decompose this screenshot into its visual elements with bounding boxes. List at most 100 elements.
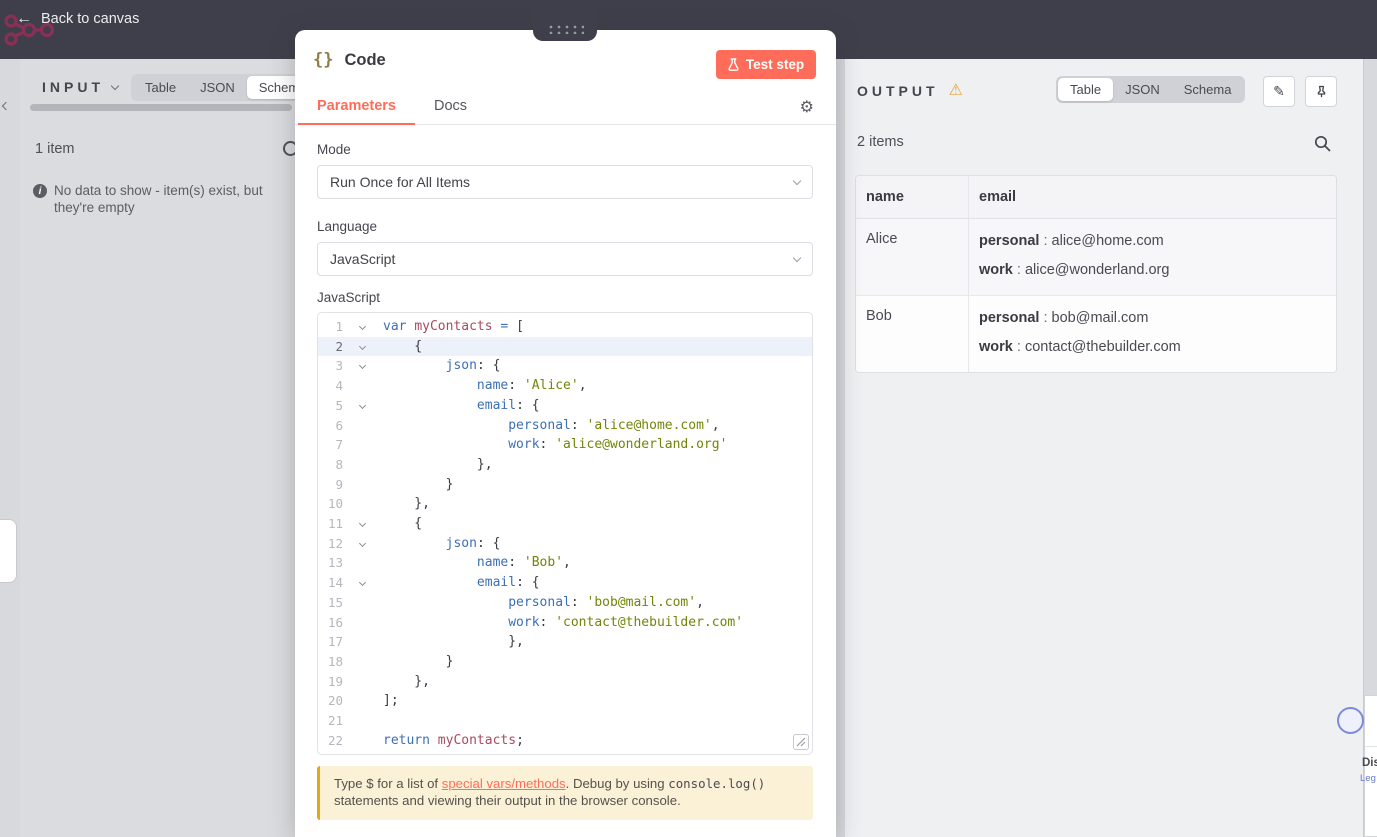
code-text: json: {	[445, 358, 501, 374]
editor-hint-box: Type $ for a list of special vars/method…	[317, 766, 813, 820]
code-line[interactable]: 12 json: {	[318, 534, 812, 554]
table-row[interactable]: Bob personal : bob@mail.com work : contact…	[856, 296, 1336, 372]
fold-chevron-icon[interactable]	[343, 337, 383, 357]
input-tab-table[interactable]: Table	[133, 76, 188, 99]
code-line[interactable]: 4 name: 'Alice',	[318, 376, 812, 396]
line-number: 8	[335, 456, 343, 472]
special-vars-link[interactable]: special vars/methods	[442, 776, 566, 791]
code-line[interactable]: 22 return myContacts;	[318, 731, 812, 751]
warning-icon[interactable]: ⚠	[949, 83, 963, 99]
input-panel-title: INPUT	[42, 79, 104, 95]
line-number: 4	[335, 378, 343, 394]
fold-gutter	[343, 416, 383, 436]
output-search-button[interactable]	[1311, 132, 1333, 154]
gear-icon[interactable]: ⚙	[800, 97, 814, 117]
code-line[interactable]: 1 var myContacts = [	[318, 317, 812, 337]
node-title: Code	[344, 50, 386, 69]
line-number: 14	[327, 575, 343, 591]
code-line[interactable]: 16 work: 'contact@thebuilder.com'	[318, 613, 812, 633]
code-text: name: 'Bob',	[476, 555, 571, 571]
line-number: 3	[335, 358, 343, 374]
input-tab-json[interactable]: JSON	[188, 76, 247, 99]
code-text: name: 'Alice',	[476, 378, 587, 394]
chevron-down-icon	[792, 253, 802, 262]
output-tab-json[interactable]: JSON	[1113, 78, 1172, 101]
column-header-name[interactable]: name	[856, 176, 968, 218]
code-line[interactable]: 2 {	[318, 336, 812, 357]
output-items-count: 2 items	[857, 134, 904, 150]
line-number: 16	[327, 614, 343, 630]
line-number: 7	[335, 437, 343, 453]
output-tab-table[interactable]: Table	[1058, 78, 1114, 101]
output-tab-schema[interactable]: Schema	[1172, 78, 1244, 101]
code-line[interactable]: 17 },	[318, 632, 812, 652]
canvas-side-handle[interactable]	[0, 519, 17, 583]
line-number: 9	[335, 476, 343, 492]
fold-gutter	[343, 435, 383, 455]
code-line[interactable]: 3 json: {	[318, 356, 812, 376]
line-number: 1	[335, 319, 343, 334]
tab-parameters[interactable]: Parameters	[298, 89, 415, 125]
fold-chevron-icon[interactable]	[343, 317, 383, 337]
fold-chevron-icon[interactable]	[343, 356, 383, 376]
pin-data-button[interactable]	[1305, 76, 1337, 107]
back-to-canvas-label: Back to canvas	[41, 11, 140, 27]
code-line[interactable]: 6 personal: 'alice@home.com',	[318, 416, 812, 436]
chevron-down-icon	[792, 176, 802, 185]
code-text: }	[383, 476, 454, 492]
code-text: ];	[383, 693, 399, 709]
back-to-canvas-button[interactable]: ← Back to canvas	[16, 11, 140, 28]
help-circle-button[interactable]	[1337, 707, 1364, 734]
mode-select[interactable]: Run Once for All Items	[317, 165, 813, 199]
input-empty-notice: i No data to show - item(s) exist, but t…	[33, 183, 283, 216]
code-line[interactable]: 11 {	[318, 514, 812, 534]
code-line[interactable]: 14 email: {	[318, 573, 812, 593]
code-line[interactable]: 13 name: 'Bob',	[318, 553, 812, 573]
language-label: Language	[317, 219, 378, 234]
code-line[interactable]: 21	[318, 711, 812, 731]
code-line[interactable]: 7 work: 'alice@wonderland.org'	[318, 435, 812, 455]
language-select[interactable]: JavaScript	[317, 242, 813, 276]
line-number: 17	[327, 634, 343, 650]
code-line[interactable]: 20];	[318, 691, 812, 711]
modal-drag-handle[interactable]	[533, 0, 597, 41]
search-icon	[1314, 135, 1330, 151]
table-row[interactable]: Alice personal : alice@home.com work : ali…	[856, 219, 1336, 296]
language-select-value: JavaScript	[330, 251, 396, 267]
panel-collapse-arrow[interactable]	[1, 96, 11, 114]
code-line[interactable]: 9 }	[318, 475, 812, 495]
test-step-label: Test step	[745, 57, 805, 72]
pin-icon	[1317, 85, 1325, 98]
code-line[interactable]: 18 }	[318, 652, 812, 672]
fold-gutter	[343, 593, 383, 613]
input-source-dropdown[interactable]: INPUT	[42, 79, 120, 95]
code-editor[interactable]: 1 var myContacts = [2 {3 json: {4 name: '…	[317, 312, 813, 755]
code-line[interactable]: 10 },	[318, 494, 812, 514]
line-number: 21	[327, 713, 343, 729]
fold-chevron-icon[interactable]	[343, 573, 383, 593]
fold-chevron-icon[interactable]	[343, 514, 383, 534]
column-header-email[interactable]: email	[968, 176, 1336, 218]
code-text: },	[383, 673, 430, 689]
input-view-tabs: Table JSON Schema	[131, 74, 321, 101]
line-number: 2	[335, 338, 343, 354]
input-tabs-scrollbar[interactable]	[30, 104, 292, 111]
output-panel-title: OUTPUT	[857, 83, 939, 99]
mode-select-value: Run Once for All Items	[330, 174, 471, 190]
tab-docs[interactable]: Docs	[415, 89, 486, 124]
code-text: email: {	[476, 397, 540, 413]
edit-output-button[interactable]: ✎	[1263, 76, 1295, 107]
hint-code-text: console.log()	[668, 776, 766, 791]
line-number: 6	[335, 417, 343, 433]
fold-chevron-icon[interactable]	[343, 396, 383, 416]
code-line[interactable]: 5 email: {	[318, 396, 812, 416]
editor-resize-handle[interactable]	[793, 734, 809, 750]
code-line[interactable]: 15 personal: 'bob@mail.com',	[318, 593, 812, 613]
code-line[interactable]: 8 },	[318, 455, 812, 475]
code-text: work: 'contact@thebuilder.com'	[508, 614, 744, 630]
code-line[interactable]: 19 },	[318, 672, 812, 692]
test-step-button[interactable]: Test step	[716, 50, 816, 79]
output-table: name email Alice personal : alice@home.co…	[855, 175, 1337, 373]
fold-chevron-icon[interactable]	[343, 534, 383, 554]
cutoff-text-bottom[interactable]: Leg	[1360, 773, 1376, 784]
